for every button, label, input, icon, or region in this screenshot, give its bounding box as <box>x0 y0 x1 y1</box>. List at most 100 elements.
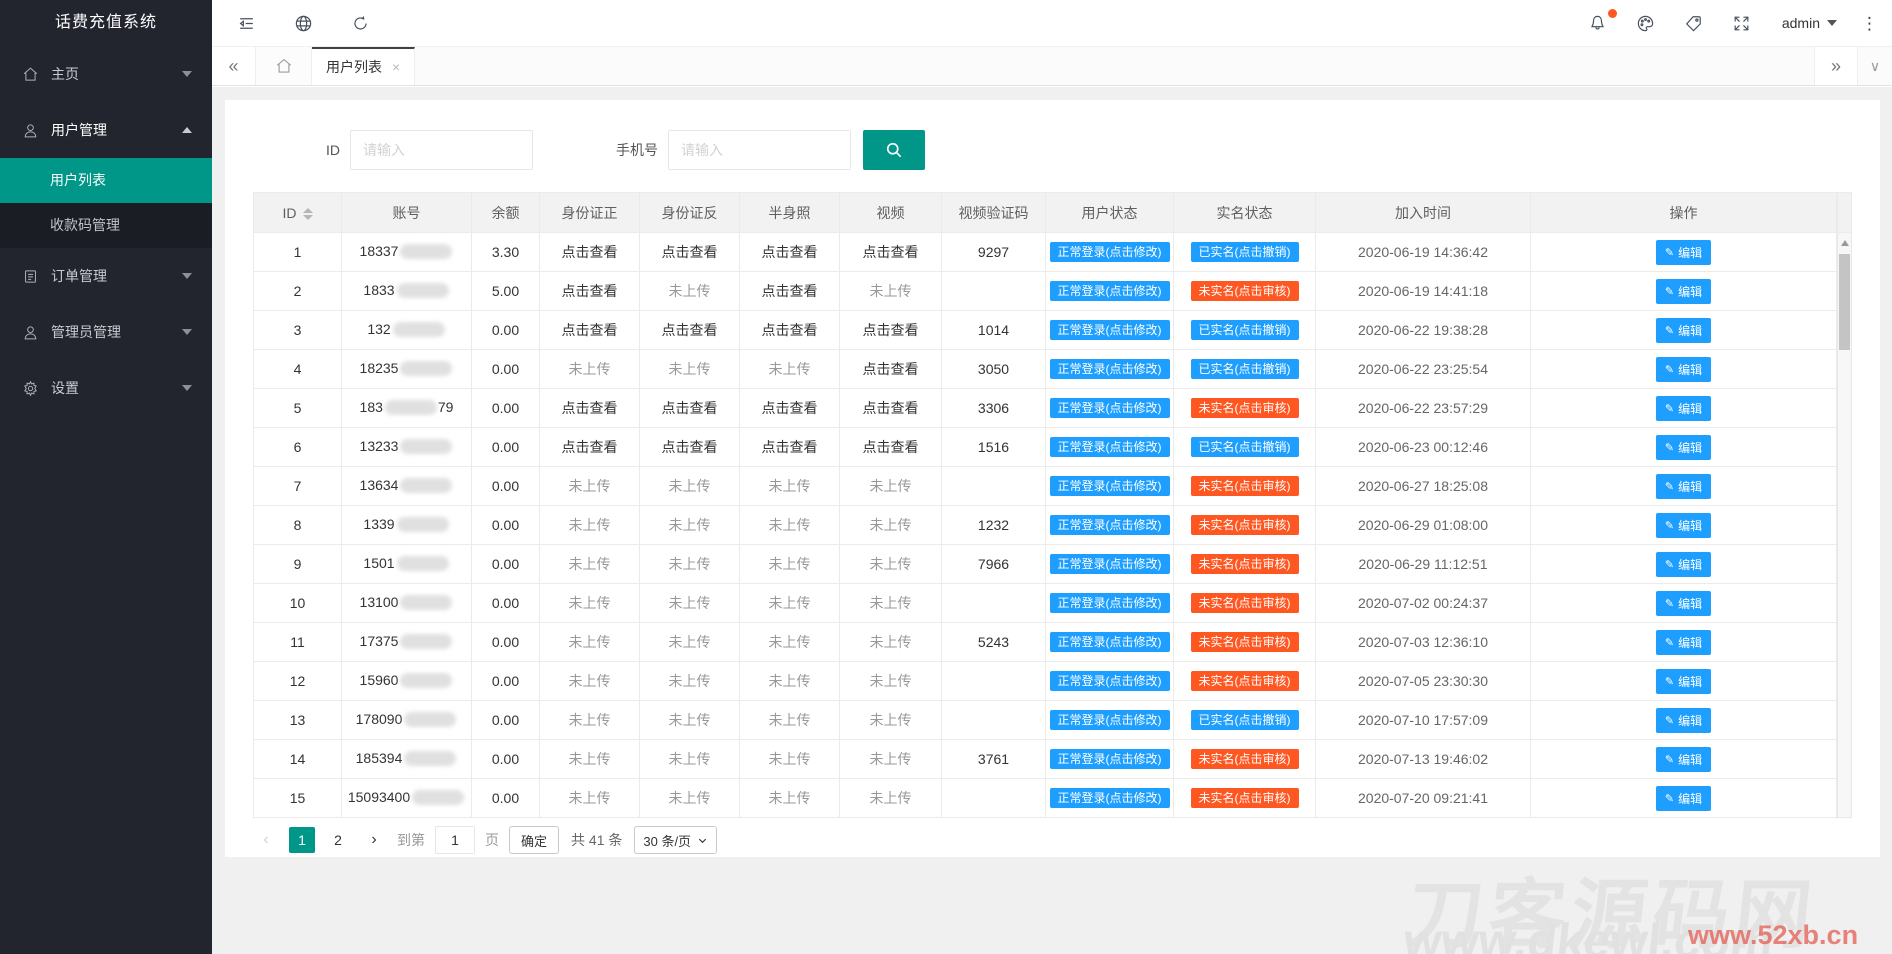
edit-button[interactable]: ✎ 编辑 <box>1655 317 1712 343</box>
video-cell[interactable]: 点击查看 <box>839 232 942 272</box>
id-front-cell[interactable]: 点击查看 <box>539 427 640 467</box>
edit-button[interactable]: ✎ 编辑 <box>1655 473 1712 499</box>
phone-search-input[interactable] <box>668 130 851 170</box>
realname-status-badge[interactable]: 未实名(点击审核) <box>1190 554 1299 574</box>
user-status-badge[interactable]: 正常登录(点击修改) <box>1049 554 1170 574</box>
page-1-button[interactable]: 1 <box>289 827 315 853</box>
goto-confirm-button[interactable]: 确定 <box>509 826 560 854</box>
notifications-bell-icon[interactable] <box>1586 9 1617 35</box>
sidebar-item-admin-management[interactable]: 管理员管理 <box>0 304 212 360</box>
theme-palette-icon[interactable] <box>1634 11 1658 35</box>
edit-button[interactable]: ✎ 编辑 <box>1655 551 1712 577</box>
realname-status-badge[interactable]: 已实名(点击撤销) <box>1190 320 1299 340</box>
user-status-badge[interactable]: 正常登录(点击修改) <box>1049 476 1170 496</box>
half-photo-cell[interactable]: 点击查看 <box>739 271 840 311</box>
user-status-badge[interactable]: 正常登录(点击修改) <box>1049 281 1170 301</box>
realname-status-badge[interactable]: 已实名(点击撤销) <box>1190 242 1299 262</box>
scrollbar-thumb[interactable] <box>1839 254 1850 350</box>
id-front-cell[interactable]: 点击查看 <box>539 271 640 311</box>
edit-button[interactable]: ✎ 编辑 <box>1655 629 1712 655</box>
half-photo-cell[interactable]: 点击查看 <box>739 388 840 428</box>
user-menu[interactable]: admin <box>1782 15 1837 31</box>
video-cell[interactable]: 点击查看 <box>839 310 942 350</box>
user-status-badge[interactable]: 正常登录(点击修改) <box>1049 710 1170 730</box>
table-scrollbar[interactable] <box>1837 233 1852 818</box>
sort-icon[interactable] <box>302 207 313 220</box>
id-back-cell[interactable]: 点击查看 <box>639 310 740 350</box>
user-status-badge[interactable]: 正常登录(点击修改) <box>1049 242 1170 262</box>
sidebar-item-home[interactable]: 主页 <box>0 46 212 102</box>
id-back-cell[interactable]: 点击查看 <box>639 232 740 272</box>
realname-status-badge[interactable]: 未实名(点击审核) <box>1190 749 1299 769</box>
realname-status-badge[interactable]: 未实名(点击审核) <box>1190 632 1299 652</box>
edit-button[interactable]: ✎ 编辑 <box>1655 590 1712 616</box>
column-header[interactable]: ID <box>253 192 342 233</box>
half-photo-cell[interactable]: 点击查看 <box>739 427 840 467</box>
globe-icon[interactable] <box>291 11 315 35</box>
realname-status-badge[interactable]: 未实名(点击审核) <box>1190 476 1299 496</box>
tag-icon[interactable] <box>1682 11 1706 35</box>
id-back-cell[interactable]: 点击查看 <box>639 427 740 467</box>
tab-home[interactable] <box>256 47 312 85</box>
scroll-tabs-right-icon[interactable]: » <box>1814 47 1858 85</box>
user-status-badge[interactable]: 正常登录(点击修改) <box>1049 437 1170 457</box>
edit-button[interactable]: ✎ 编辑 <box>1655 356 1712 382</box>
id-search-input[interactable] <box>350 130 533 170</box>
sidebar-item-settings[interactable]: 设置 <box>0 360 212 416</box>
user-status-badge[interactable]: 正常登录(点击修改) <box>1049 632 1170 652</box>
realname-status-badge[interactable]: 已实名(点击撤销) <box>1190 437 1299 457</box>
video-cell[interactable]: 点击查看 <box>839 427 942 467</box>
tab-close-icon[interactable]: × <box>392 59 400 75</box>
edit-button[interactable]: ✎ 编辑 <box>1655 239 1712 265</box>
realname-status-badge[interactable]: 未实名(点击审核) <box>1190 788 1299 808</box>
half-photo-cell[interactable]: 点击查看 <box>739 232 840 272</box>
tab-options-dropdown-icon[interactable]: ∨ <box>1858 47 1892 85</box>
id-front-cell[interactable]: 点击查看 <box>539 388 640 428</box>
edit-button[interactable]: ✎ 编辑 <box>1655 395 1712 421</box>
refresh-icon[interactable] <box>348 11 372 35</box>
user-status-badge[interactable]: 正常登录(点击修改) <box>1049 359 1170 379</box>
page-2-button[interactable]: 2 <box>325 827 351 853</box>
goto-page-input[interactable] <box>435 826 475 854</box>
edit-button[interactable]: ✎ 编辑 <box>1655 512 1712 538</box>
tab-user-list[interactable]: 用户列表 × <box>312 47 416 85</box>
prev-page-button[interactable]: ‹ <box>253 827 279 853</box>
realname-status-badge[interactable]: 未实名(点击审核) <box>1190 671 1299 691</box>
realname-status-badge[interactable]: 未实名(点击审核) <box>1190 398 1299 418</box>
edit-button[interactable]: ✎ 编辑 <box>1655 707 1712 733</box>
per-page-select[interactable]: 30 条/页 <box>634 826 718 854</box>
sidebar-item-payment-code[interactable]: 收款码管理 <box>0 203 212 248</box>
realname-status-badge[interactable]: 已实名(点击撤销) <box>1190 359 1299 379</box>
edit-button[interactable]: ✎ 编辑 <box>1655 785 1712 811</box>
id-front-cell[interactable]: 点击查看 <box>539 310 640 350</box>
next-page-button[interactable]: › <box>361 827 387 853</box>
edit-button[interactable]: ✎ 编辑 <box>1655 668 1712 694</box>
sidebar-item-orders[interactable]: 订单管理 <box>0 248 212 304</box>
half-photo-cell[interactable]: 点击查看 <box>739 310 840 350</box>
scroll-tabs-left-icon[interactable]: « <box>212 47 256 85</box>
realname-status-badge[interactable]: 已实名(点击撤销) <box>1190 710 1299 730</box>
id-front-cell[interactable]: 点击查看 <box>539 232 640 272</box>
realname-status-badge[interactable]: 未实名(点击审核) <box>1190 593 1299 613</box>
search-button[interactable] <box>863 130 925 170</box>
edit-button[interactable]: ✎ 编辑 <box>1655 278 1712 304</box>
more-menu-icon[interactable]: ⋮ <box>1861 15 1878 32</box>
user-status-badge[interactable]: 正常登录(点击修改) <box>1049 593 1170 613</box>
edit-button[interactable]: ✎ 编辑 <box>1655 746 1712 772</box>
realname-status-badge[interactable]: 未实名(点击审核) <box>1190 515 1299 535</box>
user-status-badge[interactable]: 正常登录(点击修改) <box>1049 749 1170 769</box>
video-cell[interactable]: 点击查看 <box>839 388 942 428</box>
scroll-up-arrow-icon[interactable] <box>1841 240 1849 246</box>
user-status-badge[interactable]: 正常登录(点击修改) <box>1049 671 1170 691</box>
user-status-badge[interactable]: 正常登录(点击修改) <box>1049 320 1170 340</box>
collapse-sidebar-icon[interactable] <box>234 11 258 35</box>
sidebar-item-user-management[interactable]: 用户管理 <box>0 102 212 158</box>
id-back-cell[interactable]: 点击查看 <box>639 388 740 428</box>
realname-status-badge[interactable]: 未实名(点击审核) <box>1190 281 1299 301</box>
edit-button[interactable]: ✎ 编辑 <box>1655 434 1712 460</box>
user-status-badge[interactable]: 正常登录(点击修改) <box>1049 788 1170 808</box>
video-cell[interactable]: 点击查看 <box>839 349 942 389</box>
sidebar-item-user-list[interactable]: 用户列表 <box>0 158 212 203</box>
user-status-badge[interactable]: 正常登录(点击修改) <box>1049 515 1170 535</box>
fullscreen-icon[interactable] <box>1730 11 1754 35</box>
